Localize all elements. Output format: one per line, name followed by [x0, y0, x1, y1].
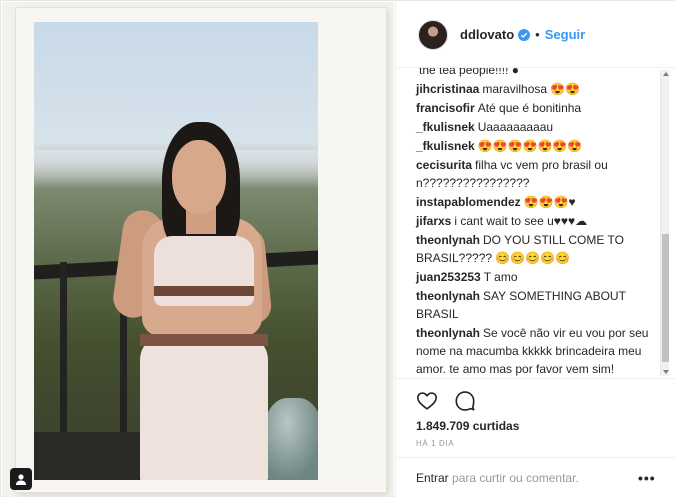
comment-text: Uaaaaaaaaau — [477, 120, 554, 134]
comment-text: i cant wait to see u♥♥♥☁ — [454, 214, 588, 228]
comments-list[interactable]: the tea people!!!! ● jihcristinaa maravil… — [396, 68, 662, 378]
comment-item: instapablomendez 😍😍😍♥ — [416, 193, 654, 211]
comment-username[interactable]: francisofir — [416, 101, 475, 115]
comment-item: the tea people!!!! ● — [416, 68, 654, 79]
leggings-waistband — [140, 334, 268, 346]
login-prompt: Entrar para curtir ou comentar. — [416, 471, 638, 485]
comment-item: theonlynah SAY SOMETHING ABOUT BRASIL — [416, 287, 654, 323]
post-photo[interactable] — [34, 22, 318, 480]
user-tag-icon[interactable] — [10, 468, 32, 490]
scroll-up-icon[interactable] — [663, 72, 669, 76]
comment-text: 😍😍😍😍😍😍😍 — [477, 139, 583, 153]
verified-badge-icon — [518, 28, 531, 41]
comment-username[interactable]: instapablomendez — [416, 195, 521, 209]
top-band — [154, 286, 254, 296]
post-media[interactable] — [2, 2, 394, 497]
comment-item: francisofir Até que é bonitinha — [416, 99, 654, 117]
comment-text: the tea people!!!! ● — [419, 68, 519, 77]
comment-username[interactable]: theonlynah — [416, 289, 480, 303]
post-sidebar: ddlovato • Seguir the tea people!!!! ● j… — [395, 2, 675, 497]
post-header: ddlovato • Seguir — [396, 2, 675, 68]
author-username[interactable]: ddlovato — [460, 27, 514, 42]
add-comment-bar: Entrar para curtir ou comentar. ••• — [396, 457, 675, 497]
comment-item: _fkulisnek 😍😍😍😍😍😍😍 — [416, 137, 654, 155]
comment-item: jifarxs i cant wait to see u♥♥♥☁ — [416, 212, 654, 230]
login-link[interactable]: Entrar — [416, 471, 449, 485]
heart-icon[interactable] — [416, 390, 438, 412]
instagram-post-modal: ddlovato • Seguir the tea people!!!! ● j… — [0, 0, 675, 497]
action-icons — [416, 379, 675, 419]
login-prompt-text: para curtir ou comentar. — [448, 470, 579, 485]
comment-item: cecisurita filha vc vem pro brasil ou n??… — [416, 156, 654, 192]
comments-scrollbar[interactable] — [660, 70, 669, 376]
person-face — [172, 140, 226, 214]
comment-item: _fkulisnek Uaaaaaaaaau — [416, 118, 654, 136]
polaroid-frame — [16, 8, 386, 492]
header-separator: • — [535, 27, 540, 42]
comment-username[interactable]: jifarxs — [416, 214, 451, 228]
comment-item: theonlynah Se você não vir eu vou por seu… — [416, 324, 654, 378]
comment-item: jihcristinaa maravilhosa 😍😍 — [416, 80, 654, 98]
leggings — [140, 334, 268, 480]
comment-username[interactable]: cecisurita — [416, 158, 472, 172]
post-actions: 1.849.709 curtidas HÁ 1 DIA — [396, 378, 675, 448]
comment-username[interactable]: jihcristinaa — [416, 82, 479, 96]
scroll-down-icon[interactable] — [663, 370, 669, 374]
comment-bubble-icon[interactable] — [454, 390, 476, 412]
person-icon — [16, 474, 26, 485]
scrollbar-thumb[interactable] — [662, 234, 669, 362]
comment-item: juan253253 T amo — [416, 268, 654, 286]
comment-item: theonlynah DO YOU STILL COME TO BRASIL???… — [416, 231, 654, 267]
comment-text: 😍😍😍♥ — [523, 195, 576, 209]
comment-username[interactable]: theonlynah — [416, 233, 480, 247]
comment-username[interactable]: theonlynah — [416, 326, 480, 340]
post-timestamp: HÁ 1 DIA — [416, 439, 455, 448]
likes-count[interactable]: 1.849.709 curtidas — [416, 419, 675, 433]
comment-username[interactable]: juan253253 — [416, 270, 481, 284]
more-options-icon[interactable]: ••• — [638, 470, 664, 486]
comment-text: maravilhosa 😍😍 — [482, 82, 581, 96]
comment-username[interactable]: _fkulisnek — [416, 139, 475, 153]
plant-pot — [264, 398, 318, 480]
comment-text: T amo — [483, 270, 518, 284]
comment-text: Até que é bonitinha — [477, 101, 582, 115]
comment-username[interactable]: _fkulisnek — [416, 120, 475, 134]
avatar[interactable] — [418, 19, 448, 50]
follow-button[interactable]: Seguir — [545, 27, 585, 42]
